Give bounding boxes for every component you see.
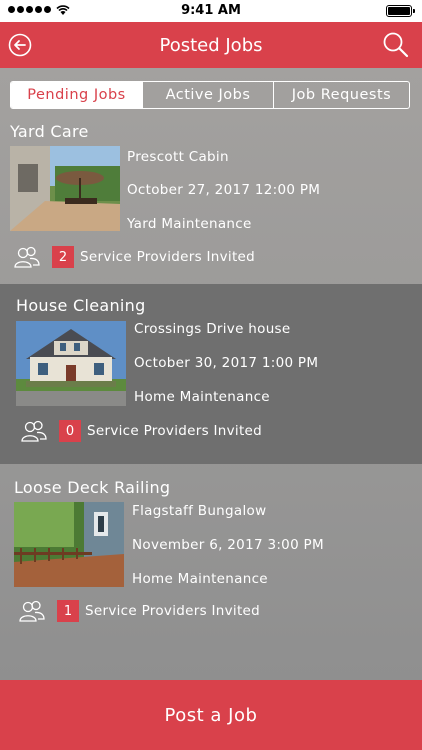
job-datetime: October 27, 2017 12:00 PM	[127, 182, 321, 198]
invited-label: Service Providers Invited	[80, 249, 256, 265]
battery-icon	[386, 5, 415, 17]
job-photo	[16, 321, 126, 406]
search-icon[interactable]	[382, 31, 410, 59]
invite-row: 0 Service Providers Invited	[21, 420, 262, 442]
job-datetime: October 30, 2017 1:00 PM	[134, 355, 319, 371]
job-category: Yard Maintenance	[127, 216, 252, 232]
job-status-tabs: Pending Jobs Active Jobs Job Requests	[10, 81, 410, 109]
job-category: Home Maintenance	[132, 571, 268, 587]
job-location: Crossings Drive house	[134, 321, 291, 337]
invite-row: 1 Service Providers Invited	[19, 600, 260, 622]
tab-active-jobs[interactable]: Active Jobs	[142, 82, 273, 108]
people-icon	[21, 420, 47, 442]
status-bar: 9:41 AM	[0, 0, 422, 22]
invited-count-badge: 1	[57, 600, 79, 622]
job-location: Prescott Cabin	[127, 149, 229, 165]
page-title: Posted Jobs	[159, 35, 263, 56]
job-photo	[14, 502, 124, 587]
nav-bar: Posted Jobs	[0, 22, 422, 68]
job-card-house-cleaning[interactable]: House Cleaning Crossings Drive house Oct…	[0, 284, 422, 464]
job-title: House Cleaning	[16, 296, 146, 315]
job-location: Flagstaff Bungalow	[132, 503, 267, 519]
people-icon	[19, 600, 45, 622]
job-list-area: Pending Jobs Active Jobs Job Requests Ya…	[0, 68, 422, 680]
status-time: 9:41 AM	[181, 3, 241, 18]
job-datetime: November 6, 2017 3:00 PM	[132, 537, 324, 553]
job-card-loose-deck-railing[interactable]: Loose Deck Railing Flagstaff Bungalow No…	[0, 468, 422, 648]
job-title: Loose Deck Railing	[14, 478, 171, 497]
tab-job-requests[interactable]: Job Requests	[273, 82, 409, 108]
post-job-button[interactable]: Post a Job	[0, 680, 422, 750]
invited-label: Service Providers Invited	[87, 423, 263, 439]
invite-row: 2 Service Providers Invited	[14, 246, 255, 268]
invited-count-badge: 0	[59, 420, 81, 442]
job-title: Yard Care	[10, 122, 89, 141]
people-icon	[14, 246, 40, 268]
invited-count-badge: 2	[52, 246, 74, 268]
tab-pending-jobs[interactable]: Pending Jobs	[11, 82, 142, 108]
job-card-yard-care[interactable]: Yard Care Prescott Cabin October 27, 201…	[0, 118, 422, 283]
job-category: Home Maintenance	[134, 389, 270, 405]
job-photo	[10, 146, 120, 231]
invited-label: Service Providers Invited	[85, 603, 261, 619]
